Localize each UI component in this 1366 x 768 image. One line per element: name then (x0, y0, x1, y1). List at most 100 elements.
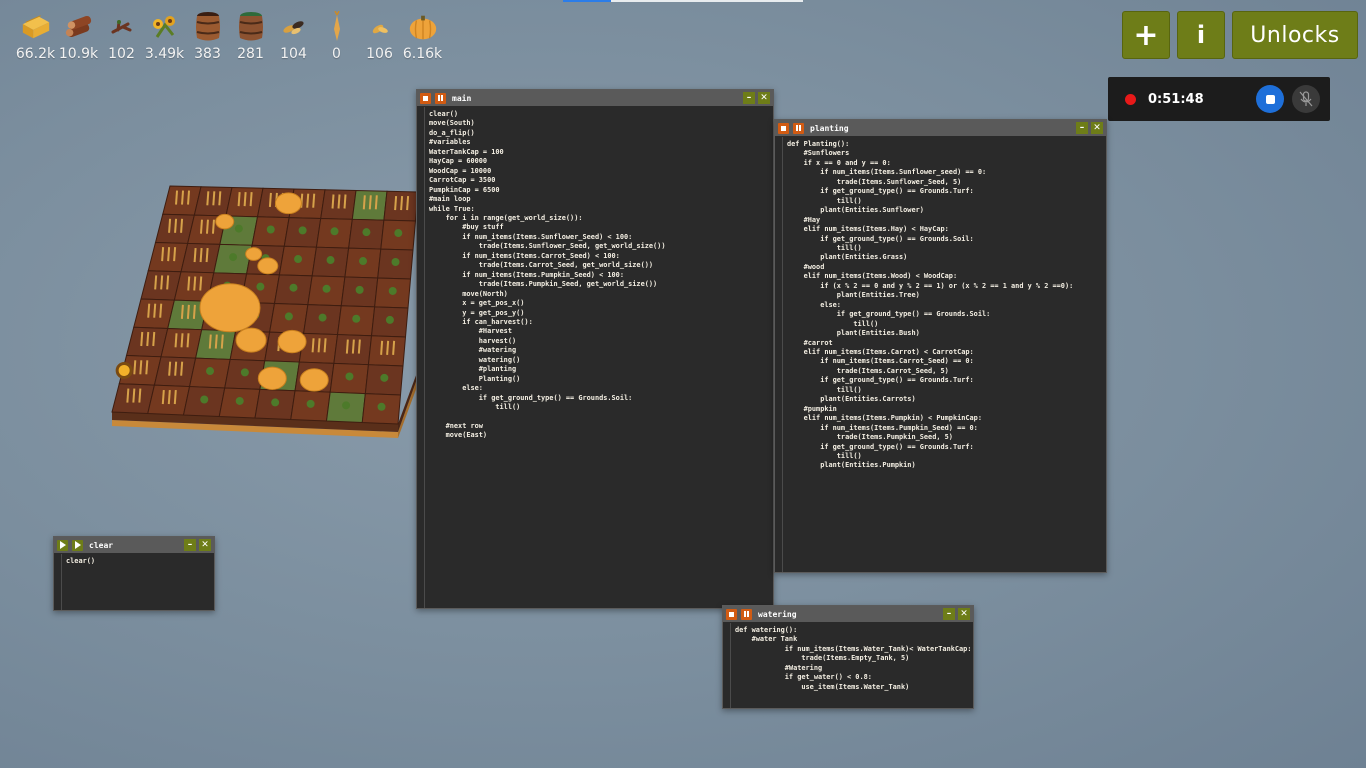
pause-icon[interactable] (435, 92, 446, 104)
minimize-button[interactable]: – (743, 92, 755, 104)
sprout-plant (388, 286, 397, 295)
code-editor[interactable]: def watering(): #water Tank if num_items… (723, 623, 973, 708)
code-window-clear[interactable]: clear – ✕ clear() (53, 536, 215, 611)
hay-plant (199, 248, 203, 263)
hay-plant (357, 339, 361, 354)
sprout-plant (256, 282, 265, 291)
unlocks-button[interactable]: Unlocks (1232, 11, 1358, 59)
hay-plant (311, 338, 315, 353)
pumpkin-plant (274, 192, 302, 215)
sprout-plant (206, 367, 215, 376)
hay-plant (362, 195, 366, 210)
code-text[interactable]: clear() (66, 557, 95, 566)
minimize-button[interactable]: – (943, 608, 955, 620)
resource-value: 383 (194, 46, 221, 62)
minimize-button[interactable]: – (1076, 122, 1088, 134)
stop-recording-button[interactable] (1256, 85, 1284, 113)
sunflower-plant (115, 361, 133, 379)
resource-carrot: 0 (315, 10, 358, 62)
resource-value: 281 (237, 46, 264, 62)
add-button[interactable]: + (1122, 11, 1170, 59)
hay-plant (312, 193, 316, 208)
hay-plant (167, 389, 171, 405)
sprout-plant (362, 228, 371, 237)
step-icon[interactable] (72, 539, 83, 551)
pumpkin-plant (257, 257, 279, 275)
sprout-plant (298, 226, 307, 235)
window-titlebar[interactable]: main – ✕ (417, 90, 773, 106)
sprout-plant (377, 402, 386, 411)
farm-field[interactable] (100, 180, 420, 444)
resource-value: 106 (366, 46, 393, 62)
carrot-icon (321, 10, 353, 44)
run-icon[interactable] (57, 539, 68, 551)
hay-plant (206, 191, 210, 206)
close-button[interactable]: ✕ (1091, 122, 1103, 134)
sprout-plant (235, 396, 244, 405)
code-text[interactable]: def Planting(): #Sunflowers if x == 0 an… (787, 140, 1073, 471)
hay-plant (208, 334, 212, 349)
minimize-button[interactable]: – (184, 539, 196, 551)
window-title: watering (758, 609, 797, 619)
hay-plant (126, 388, 130, 403)
hay-plant (192, 304, 196, 319)
sprout-plant (289, 283, 298, 292)
mic-muted-icon[interactable] (1292, 85, 1320, 113)
sprout-plant (326, 256, 335, 265)
editor-gutter (61, 554, 62, 610)
resource-value: 10.9k (58, 46, 99, 62)
close-button[interactable]: ✕ (199, 539, 211, 551)
code-editor[interactable]: clear() move(South) do_a_flip() #variabl… (417, 107, 773, 608)
fertilizer-barrel-icon (235, 10, 267, 44)
hay-plant (392, 340, 396, 355)
hay-plant (205, 219, 209, 234)
pause-icon[interactable] (793, 122, 804, 134)
code-text[interactable]: def watering(): #water Tank if num_items… (735, 626, 971, 692)
resource-water: 383 (186, 10, 229, 62)
window-titlebar[interactable]: planting – ✕ (775, 120, 1106, 136)
resource-value: 66.2k (15, 46, 56, 62)
window-titlebar[interactable]: watering – ✕ (723, 606, 973, 622)
code-window-watering[interactable]: watering – ✕ def watering(): #water Tank… (722, 605, 974, 709)
hay-plant (220, 334, 224, 349)
sprout-plant (394, 229, 403, 238)
pumpkin-plant (245, 247, 263, 261)
code-editor[interactable]: clear() (54, 554, 214, 610)
farm-grid-view[interactable] (100, 180, 420, 440)
code-text[interactable]: clear() move(South) do_a_flip() #variabl… (429, 110, 665, 441)
resource-branch: 102 (100, 10, 143, 62)
close-button[interactable]: ✕ (958, 608, 970, 620)
resource-value: 104 (280, 46, 307, 62)
pumpkin-plant (199, 283, 261, 333)
hay-icon (20, 10, 52, 44)
hay-plant (140, 331, 144, 347)
hay-plant (161, 247, 165, 262)
hay-plant (174, 333, 178, 348)
window-titlebar[interactable]: clear – ✕ (54, 537, 214, 553)
hay-plant (161, 389, 165, 405)
window-title: main (452, 93, 472, 103)
hay-plant (153, 303, 157, 318)
hay-plant (212, 191, 216, 206)
stop-icon[interactable] (420, 92, 431, 104)
pause-icon[interactable] (741, 608, 752, 620)
hay-plant (199, 276, 203, 291)
resource-value: 6.16k (402, 46, 443, 62)
code-editor[interactable]: def Planting(): #Sunflowers if x == 0 an… (775, 137, 1106, 572)
info-button[interactable]: i (1177, 11, 1225, 59)
hay-plant (139, 360, 143, 375)
close-button[interactable]: ✕ (758, 92, 770, 104)
hay-plant (167, 247, 171, 262)
hay-plant (186, 333, 190, 348)
hay-plant (243, 192, 247, 207)
stop-icon[interactable] (778, 122, 789, 134)
hay-plant (174, 361, 178, 376)
stop-icon[interactable] (726, 608, 737, 620)
code-window-planting[interactable]: planting – ✕ def Planting(): #Sunflowers… (774, 119, 1107, 573)
resource-value: 102 (108, 46, 135, 62)
hay-plant (351, 339, 355, 354)
hay-plant (386, 340, 390, 355)
pumpkin-plant (215, 213, 235, 230)
hay-plant (133, 360, 137, 375)
code-window-main[interactable]: main – ✕ clear() move(South) do_a_flip()… (416, 89, 774, 609)
